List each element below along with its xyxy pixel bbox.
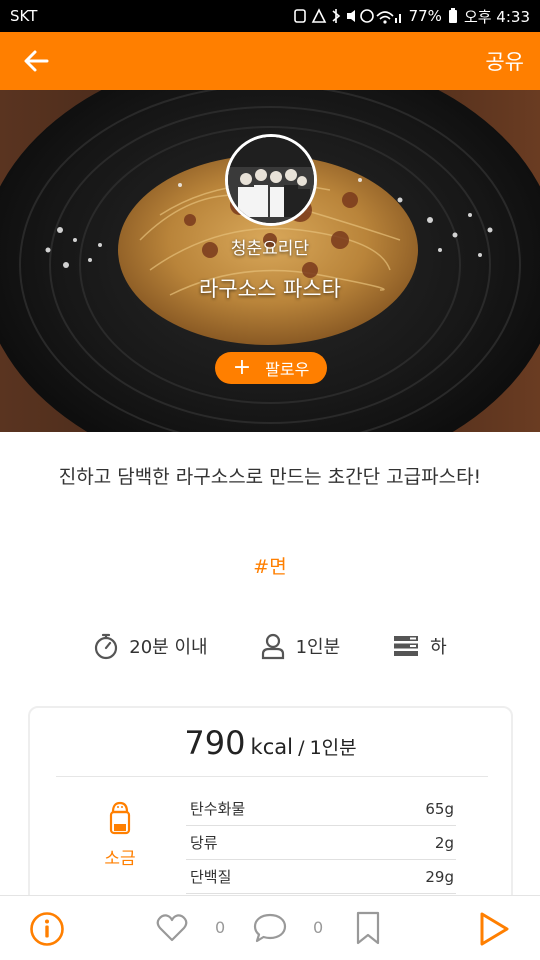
comment-icon[interactable] xyxy=(252,911,288,945)
serving-label: 1인분 xyxy=(295,637,341,658)
notification-icons xyxy=(293,8,401,24)
nutrient-name: 탄수화물 xyxy=(190,800,246,818)
difficulty: 하 xyxy=(392,633,447,659)
difficulty-icon xyxy=(394,636,419,656)
follow-label: 팔로우 xyxy=(265,360,310,379)
nutrient-value: 65g xyxy=(425,799,454,818)
recipe-hero: 청춘요리단 라구소스 파스타 + 팔로우 xyxy=(0,90,540,432)
like-count: 0 xyxy=(215,918,226,937)
back-arrow-icon[interactable] xyxy=(22,47,50,75)
share-button[interactable]: 공유 xyxy=(485,46,524,76)
recipe-description: 진하고 담백한 라구소스로 만드는 초간단 고급파스타! xyxy=(58,466,482,488)
nutrient-value: 2g xyxy=(434,833,454,852)
follow-button[interactable]: + 팔로우 xyxy=(215,352,327,384)
channel-avatar[interactable] xyxy=(225,134,317,226)
plus-icon: + xyxy=(232,355,252,380)
status-bar: SKT 77% 오후 4:33 xyxy=(0,0,540,32)
person-icon xyxy=(261,633,284,660)
battery-icon xyxy=(448,8,457,23)
calorie-line: 790 kcal / 1인분 xyxy=(30,724,511,762)
kcal-per-serving: 1인분 xyxy=(309,737,357,759)
channel-name[interactable]: 청춘요리단 xyxy=(0,234,540,259)
nutrient-name: 당류 xyxy=(190,834,218,852)
play-icon[interactable] xyxy=(476,910,512,948)
nutrient-value: 29g xyxy=(425,867,454,886)
comment-count: 0 xyxy=(313,918,324,937)
kcal-value: 790 xyxy=(184,724,246,762)
bookmark-icon[interactable] xyxy=(354,910,382,946)
nutrient-table: 탄수화물 65g 당류 2g 단백질 29g xyxy=(186,792,456,894)
category-hashtag[interactable]: #면 xyxy=(0,552,540,579)
nutrient-row: 당류 2g xyxy=(186,826,456,860)
kcal-separator: / xyxy=(298,737,305,759)
info-icon[interactable] xyxy=(28,910,66,948)
card-divider xyxy=(56,776,488,777)
kcal-unit: kcal xyxy=(250,735,293,759)
status-right: 77% 오후 4:33 xyxy=(293,6,530,27)
cook-time-label: 20분 이내 xyxy=(129,637,208,658)
bottom-action-bar: 0 0 xyxy=(0,895,540,960)
cook-time: 20분 이내 xyxy=(93,632,208,660)
status-icons xyxy=(293,8,403,24)
battery-label: 77% xyxy=(408,7,442,25)
nutrient-row: 단백질 29g xyxy=(186,860,456,894)
salt-label: 소금 xyxy=(104,849,136,869)
heart-icon[interactable] xyxy=(155,911,189,945)
recipe-title: 라구소스 파스타 xyxy=(199,277,341,301)
clock-label: 오후 4:33 xyxy=(463,7,530,26)
app-bar: 공유 xyxy=(0,32,540,90)
salt-indicator: 소금 xyxy=(92,800,148,869)
salt-shaker-icon xyxy=(109,801,131,835)
difficulty-label: 하 xyxy=(430,637,447,658)
timer-icon xyxy=(95,633,118,660)
carrier-label: SKT xyxy=(10,7,38,25)
nutrient-row: 탄수화물 65g xyxy=(186,792,456,826)
group-photo xyxy=(228,137,314,223)
serving-size: 1인분 xyxy=(260,632,341,660)
nutrient-name: 단백질 xyxy=(190,868,232,886)
recipe-info-row: 20분 이내 1인분 하 xyxy=(0,628,540,664)
